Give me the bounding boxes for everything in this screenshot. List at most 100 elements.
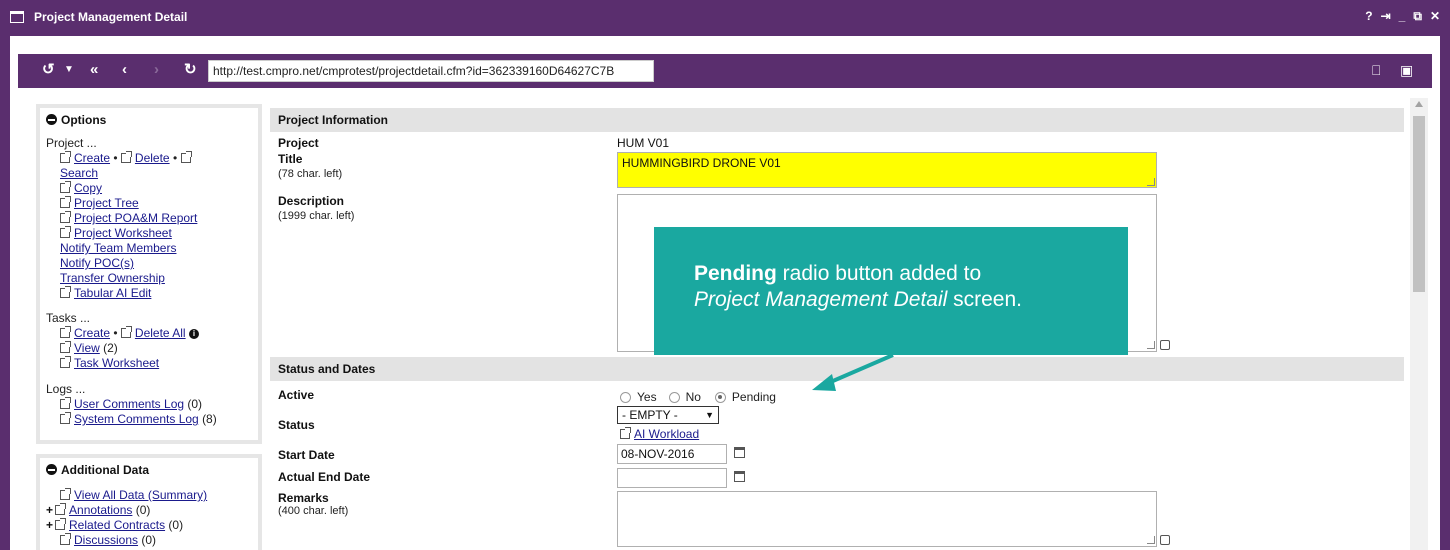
external-link-icon [120, 151, 132, 163]
start-date-label: Start Date [278, 448, 335, 462]
note-icon[interactable] [1160, 535, 1170, 545]
active-radio-group: Yes No Pending [620, 390, 776, 404]
related-contracts-link[interactable]: Related Contracts [69, 518, 165, 532]
first-icon[interactable]: « [90, 62, 98, 78]
add-icon[interactable]: + [46, 503, 53, 517]
tabular-ai-edit-link[interactable]: Tabular AI Edit [74, 286, 151, 300]
save-icon[interactable]: ▣ [1400, 62, 1413, 79]
task-view-link[interactable]: View [74, 341, 100, 355]
project-section-label: Project ... [46, 136, 97, 150]
external-link-icon [60, 181, 71, 193]
close-icon[interactable]: ✕ [1430, 9, 1440, 24]
notify-team-link[interactable]: Notify Team Members [60, 241, 176, 255]
bookmark-icon[interactable]: ⎕ [1372, 62, 1380, 79]
task-create-link[interactable]: Create [74, 326, 110, 340]
options-panel: Options Project ... Create • Delete • Se… [36, 104, 262, 444]
window-frame-right [1440, 36, 1450, 550]
collapse-icon[interactable] [46, 464, 57, 475]
back-icon[interactable]: ‹ [122, 62, 127, 78]
pin-icon[interactable]: ⇥ [1381, 9, 1391, 24]
ai-workload-row: AI Workload [620, 427, 699, 441]
additional-data-header[interactable]: Additional Data [40, 458, 258, 482]
discussions-link[interactable]: Discussions [74, 533, 138, 547]
create-link[interactable]: Create [74, 151, 110, 165]
dropdown-icon[interactable]: ▼ [64, 62, 74, 78]
external-link-icon [60, 488, 71, 500]
radio-pending[interactable] [714, 391, 726, 403]
help-icon[interactable]: ? [1365, 9, 1372, 24]
browser-toolbar: ↺ ▼ « ‹ › ↻ http://test.cmpro.net/cmprot… [18, 54, 1432, 88]
external-link-icon [60, 226, 71, 238]
scroll-thumb[interactable] [1413, 116, 1425, 292]
note-icon[interactable] [1160, 340, 1170, 350]
radio-no[interactable] [668, 391, 680, 403]
system-comments-count: (8) [202, 412, 217, 426]
window-controls: ? ⇥ _ ⧉ ✕ [1365, 9, 1440, 24]
resize-handle[interactable] [1147, 341, 1155, 349]
delete-link[interactable]: Delete [135, 151, 170, 165]
radio-yes[interactable] [620, 391, 631, 403]
radio-pending-label: Pending [731, 390, 776, 404]
title-textarea[interactable]: HUMMINGBIRD DRONE V01 [617, 152, 1157, 188]
project-information-header: Project Information [270, 108, 1404, 132]
external-link-icon [55, 503, 67, 515]
description-char-hint: (1999 char. left) [278, 210, 355, 222]
status-select-value: - EMPTY - [622, 408, 678, 422]
remarks-textarea[interactable] [617, 491, 1157, 547]
annotations-link[interactable]: Annotations [69, 503, 132, 517]
external-link-icon [180, 151, 192, 163]
user-comments-log-link[interactable]: User Comments Log [74, 397, 184, 411]
title-char-hint: (78 char. left) [278, 168, 343, 180]
minimize-icon[interactable]: _ [1399, 9, 1406, 24]
refresh-icon[interactable]: ↻ [184, 62, 197, 78]
poam-report-link[interactable]: Project POA&M Report [74, 211, 197, 225]
callout-italic: Project Management Detail [694, 288, 948, 311]
external-link-icon [60, 196, 71, 208]
external-link-icon [60, 412, 71, 424]
resize-handle[interactable] [1147, 536, 1155, 544]
project-value: HUM V01 [617, 136, 670, 150]
callout-text-1: radio button added to [776, 262, 982, 285]
vertical-scrollbar[interactable] [1410, 98, 1428, 550]
remarks-char-hint: (400 char. left) [278, 505, 349, 517]
history-icon[interactable]: ↺ [42, 62, 55, 78]
project-label: Project [278, 136, 319, 150]
restore-icon[interactable]: ⧉ [1413, 9, 1422, 24]
collapse-icon[interactable] [46, 114, 57, 125]
view-all-data-link[interactable]: View All Data (Summary) [74, 488, 207, 502]
url-input[interactable]: http://test.cmpro.net/cmprotest/projectd… [208, 60, 654, 82]
resize-handle[interactable] [1147, 178, 1155, 186]
add-icon[interactable]: + [46, 518, 53, 532]
external-link-icon [120, 326, 132, 338]
annotation-callout: Pending radio button added to Project Ma… [654, 227, 1128, 355]
external-link-icon [620, 427, 631, 439]
notify-poc-link[interactable]: Notify POC(s) [60, 256, 134, 270]
project-tree-link[interactable]: Project Tree [74, 196, 139, 210]
ai-workload-link[interactable]: AI Workload [634, 427, 699, 441]
task-delete-all-link[interactable]: Delete All [135, 326, 186, 340]
options-header[interactable]: Options [40, 108, 258, 132]
external-link-icon [60, 151, 71, 163]
project-worksheet-link[interactable]: Project Worksheet [74, 226, 172, 240]
window-title: Project Management Detail [34, 10, 188, 24]
status-select[interactable]: - EMPTY - ▼ [617, 406, 719, 424]
window-frame-left [0, 36, 10, 550]
user-comments-count: (0) [187, 397, 203, 411]
scroll-up-icon[interactable] [1415, 101, 1423, 107]
calendar-icon[interactable] [734, 447, 745, 458]
forward-icon[interactable]: › [154, 62, 159, 78]
project-actions-row: Create • Delete • [60, 151, 195, 166]
additional-data-panel: Additional Data View All Data (Summary) … [36, 454, 262, 550]
calendar-icon[interactable] [734, 471, 745, 482]
actual-end-date-input[interactable] [617, 468, 727, 488]
transfer-ownership-link[interactable]: Transfer Ownership [60, 271, 165, 285]
external-link-icon [60, 341, 71, 353]
copy-link[interactable]: Copy [74, 181, 102, 195]
start-date-input[interactable]: 08-NOV-2016 [617, 444, 727, 464]
window-titlebar: Project Management Detail ? ⇥ _ ⧉ ✕ [0, 0, 1450, 36]
system-comments-log-link[interactable]: System Comments Log [74, 412, 199, 426]
external-link-icon [60, 286, 71, 298]
search-link[interactable]: Search [60, 166, 98, 180]
task-worksheet-link[interactable]: Task Worksheet [74, 356, 159, 370]
info-icon[interactable]: i [188, 329, 199, 339]
